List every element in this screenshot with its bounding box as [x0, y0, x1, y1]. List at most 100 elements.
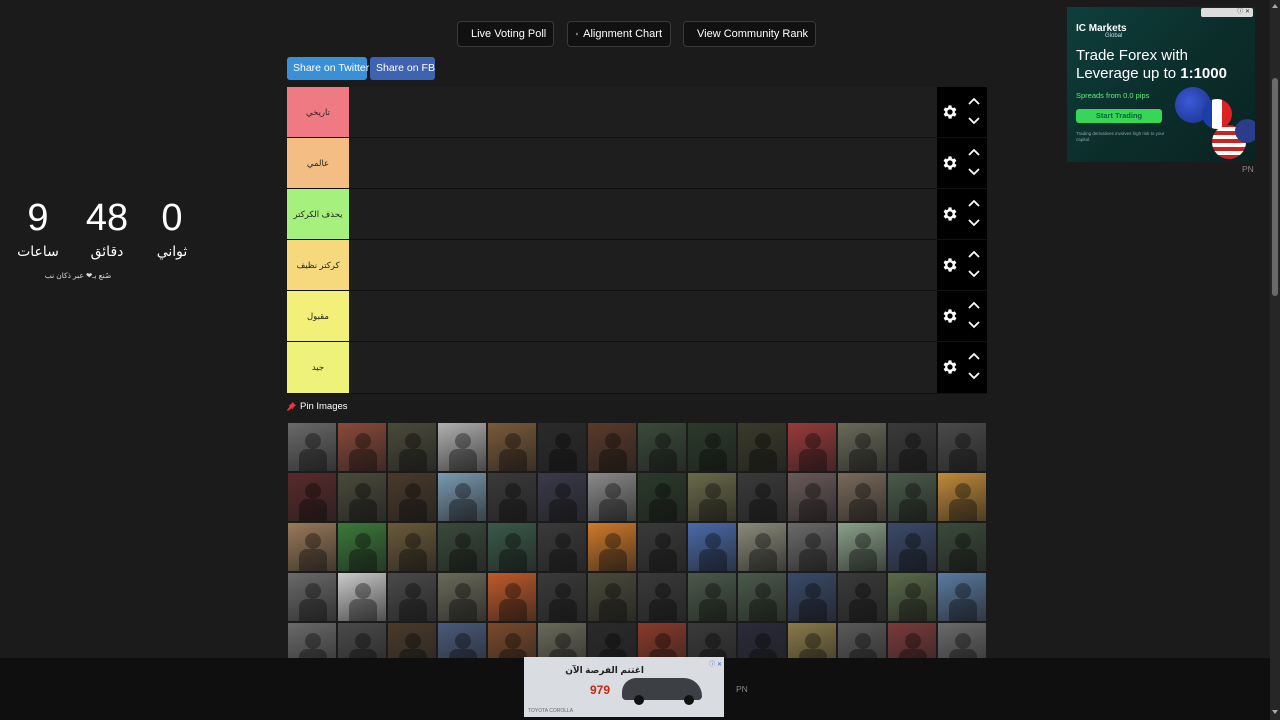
character-thumbnail[interactable] [387, 522, 437, 572]
character-thumbnail[interactable] [337, 572, 387, 622]
character-thumbnail[interactable] [637, 422, 687, 472]
scroll-down-icon[interactable] [1272, 710, 1278, 714]
character-thumbnail[interactable] [737, 522, 787, 572]
ad-cta-button[interactable]: Start Trading [1076, 109, 1162, 123]
tier-label[interactable]: كركتر نظيف [287, 240, 349, 290]
tier-drop-zone[interactable] [349, 138, 937, 188]
character-thumbnail[interactable] [287, 572, 337, 622]
character-thumbnail[interactable] [437, 572, 487, 622]
character-thumbnail[interactable] [637, 572, 687, 622]
character-thumbnail[interactable] [487, 572, 537, 622]
character-thumbnail[interactable] [337, 522, 387, 572]
move-down-icon[interactable] [968, 321, 980, 329]
character-thumbnail[interactable] [587, 422, 637, 472]
ad-info-icon[interactable]: ⓘ ✕ [709, 659, 722, 668]
pin-images-toggle[interactable]: Pin Images [287, 401, 348, 412]
character-thumbnail[interactable] [787, 472, 837, 522]
tier-label[interactable]: مقبول [287, 291, 349, 341]
character-thumbnail[interactable] [687, 472, 737, 522]
tier-label[interactable]: عالمي [287, 138, 349, 188]
character-thumbnail[interactable] [487, 472, 537, 522]
character-thumbnail[interactable] [837, 422, 887, 472]
character-thumbnail[interactable] [787, 522, 837, 572]
character-thumbnail[interactable] [887, 522, 937, 572]
character-thumbnail[interactable] [587, 572, 637, 622]
tier-label[interactable]: جيد [287, 342, 349, 393]
ad-banner-top[interactable]: ⓘ ✕ IC Markets Global Trade Forex with L… [1067, 7, 1255, 162]
scroll-thumb[interactable] [1272, 78, 1278, 296]
character-thumbnail[interactable] [887, 422, 937, 472]
tier-label[interactable]: يحذف الكركتر [287, 189, 349, 239]
gear-icon[interactable] [941, 154, 959, 172]
character-thumbnail[interactable] [287, 422, 337, 472]
character-thumbnail[interactable] [887, 572, 937, 622]
scroll-up-icon[interactable] [1272, 4, 1278, 8]
live-voting-poll-button[interactable]: Live Voting Poll [457, 21, 554, 47]
character-thumbnail[interactable] [437, 422, 487, 472]
character-thumbnail[interactable] [437, 522, 487, 572]
move-up-icon[interactable] [968, 199, 980, 207]
character-thumbnail[interactable] [387, 422, 437, 472]
gear-icon[interactable] [941, 256, 959, 274]
gear-icon[interactable] [941, 205, 959, 223]
character-thumbnail[interactable] [287, 522, 337, 572]
character-thumbnail[interactable] [687, 572, 737, 622]
character-thumbnail[interactable] [687, 422, 737, 472]
tier-drop-zone[interactable] [349, 240, 937, 290]
character-thumbnail[interactable] [837, 472, 887, 522]
alignment-chart-button[interactable]: Alignment Chart [567, 21, 671, 47]
move-up-icon[interactable] [968, 97, 980, 105]
character-thumbnail[interactable] [937, 472, 987, 522]
ad-banner-bottom[interactable]: اغتنم الفرصة الآن 979 TOYOTA COROLLA ⓘ ✕ [524, 657, 724, 717]
tier-drop-zone[interactable] [349, 291, 937, 341]
character-thumbnail[interactable] [537, 472, 587, 522]
character-thumbnail[interactable] [637, 522, 687, 572]
character-thumbnail[interactable] [787, 422, 837, 472]
character-thumbnail[interactable] [637, 472, 687, 522]
view-community-rank-button[interactable]: View Community Rank [683, 21, 816, 47]
tier-drop-zone[interactable] [349, 342, 937, 393]
move-down-icon[interactable] [968, 117, 980, 125]
tier-drop-zone[interactable] [349, 189, 937, 239]
move-down-icon[interactable] [968, 372, 980, 380]
character-thumbnail[interactable] [787, 572, 837, 622]
character-thumbnail[interactable] [537, 572, 587, 622]
move-up-icon[interactable] [968, 250, 980, 258]
character-thumbnail[interactable] [387, 572, 437, 622]
character-thumbnail[interactable] [487, 422, 537, 472]
move-up-icon[interactable] [968, 148, 980, 156]
character-thumbnail[interactable] [537, 522, 587, 572]
character-thumbnail[interactable] [937, 422, 987, 472]
move-down-icon[interactable] [968, 219, 980, 227]
character-thumbnail[interactable] [487, 522, 537, 572]
character-thumbnail[interactable] [737, 422, 787, 472]
character-thumbnail[interactable] [587, 472, 637, 522]
character-thumbnail[interactable] [337, 422, 387, 472]
ad-close-icon[interactable]: ⓘ ✕ [1201, 8, 1253, 17]
character-thumbnail[interactable] [887, 472, 937, 522]
character-thumbnail[interactable] [587, 522, 637, 572]
gear-icon[interactable] [941, 103, 959, 121]
character-thumbnail[interactable] [287, 472, 337, 522]
character-thumbnail[interactable] [537, 422, 587, 472]
character-thumbnail[interactable] [837, 522, 887, 572]
character-thumbnail[interactable] [737, 572, 787, 622]
character-thumbnail[interactable] [387, 472, 437, 522]
share-twitter-button[interactable]: Share on Twitter [287, 57, 369, 80]
gear-icon[interactable] [941, 358, 959, 376]
tier-label[interactable]: تاريخي [287, 87, 349, 137]
character-thumbnail[interactable] [437, 472, 487, 522]
move-up-icon[interactable] [968, 352, 980, 360]
character-thumbnail[interactable] [937, 522, 987, 572]
character-thumbnail[interactable] [937, 572, 987, 622]
character-thumbnail[interactable] [687, 522, 737, 572]
move-up-icon[interactable] [968, 301, 980, 309]
character-thumbnail[interactable] [737, 472, 787, 522]
gear-icon[interactable] [941, 307, 959, 325]
page-scrollbar[interactable] [1270, 0, 1280, 720]
share-facebook-button[interactable]: Share on FB [370, 57, 435, 80]
tier-drop-zone[interactable] [349, 87, 937, 137]
character-thumbnail[interactable] [337, 472, 387, 522]
character-thumbnail[interactable] [837, 572, 887, 622]
move-down-icon[interactable] [968, 168, 980, 176]
